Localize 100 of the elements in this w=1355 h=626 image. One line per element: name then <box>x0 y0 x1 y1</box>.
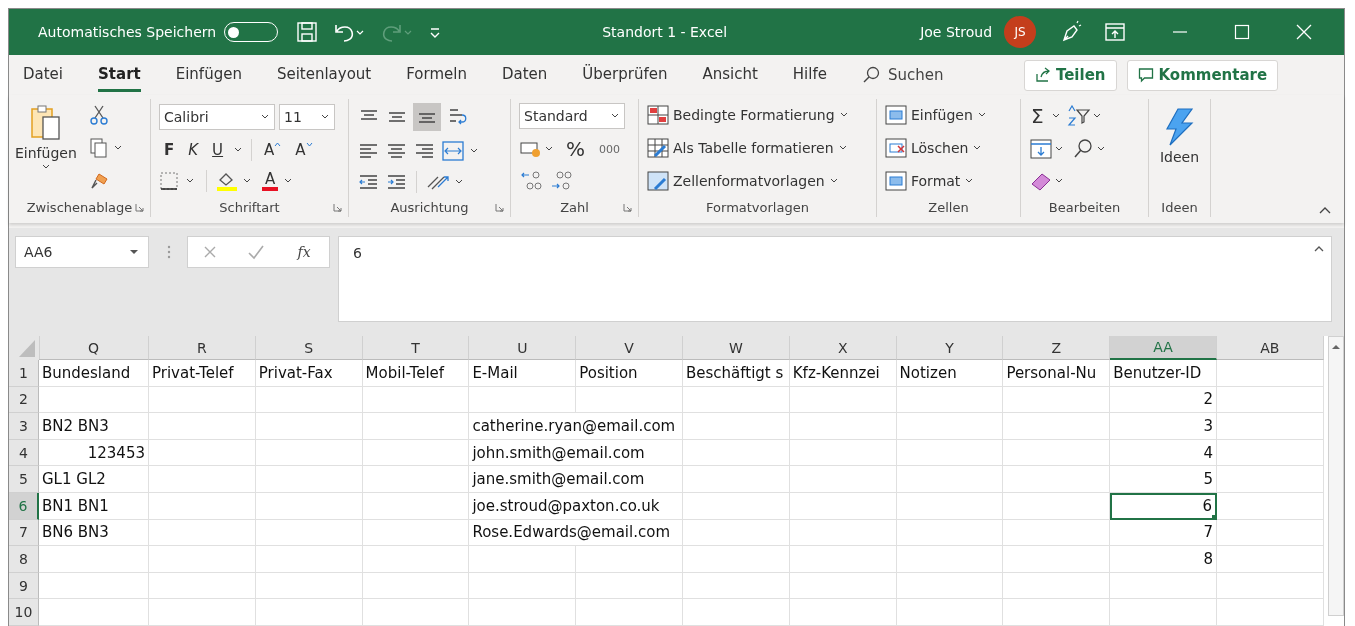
row-header[interactable]: 10 <box>9 599 39 626</box>
table-cell: Personal-Nu <box>1003 360 1111 387</box>
column-header[interactable]: Q <box>39 336 149 360</box>
cells-icon <box>885 170 907 191</box>
column-header[interactable]: U <box>469 336 577 360</box>
dialog-launcher-icon[interactable] <box>333 203 342 212</box>
font-size-dropdown[interactable]: 11 <box>279 103 335 130</box>
menu-tab[interactable]: Start <box>98 58 141 92</box>
table-cell: BN1 BN1 <box>39 492 149 520</box>
column-header[interactable]: S <box>255 336 363 360</box>
menu-tab[interactable]: Überprüfen <box>582 58 668 92</box>
collapse-ribbon-icon[interactable] <box>1318 205 1332 215</box>
italic-button[interactable]: K <box>183 141 204 159</box>
caret-up-icon <box>274 142 282 147</box>
dialog-launcher-icon[interactable] <box>623 203 632 212</box>
display-options-icon[interactable] <box>1104 22 1127 42</box>
menu-tab[interactable]: Formeln <box>406 58 467 92</box>
cells-icon <box>885 138 907 158</box>
column-header[interactable]: X <box>789 336 897 360</box>
comment-icon <box>1137 67 1154 83</box>
menu-tab[interactable]: Seitenlayout <box>276 58 372 92</box>
row-header[interactable]: 1 <box>9 360 39 387</box>
ideas-button[interactable]: Ideen <box>1157 99 1202 197</box>
row-header[interactable]: 2 <box>9 386 39 414</box>
cut-icon[interactable] <box>88 104 109 127</box>
cells-menu-button[interactable]: Format <box>885 170 1012 191</box>
dialog-launcher-icon[interactable] <box>495 203 504 212</box>
underline-button[interactable]: U <box>207 141 229 159</box>
cells-menu-button[interactable]: Löschen <box>885 138 1012 158</box>
table-cell: 2 <box>1110 386 1217 414</box>
collapse-formula-bar-icon[interactable] <box>1313 245 1325 253</box>
row-header[interactable]: 9 <box>9 572 39 600</box>
vertical-scrollbar[interactable] <box>1327 336 1344 616</box>
caret-icon <box>837 144 848 152</box>
table-cell: catherine.ryan@email.com <box>469 413 683 440</box>
row-header[interactable]: 4 <box>9 439 39 467</box>
column-header[interactable]: W <box>683 336 790 360</box>
align-bottom-icon[interactable] <box>413 103 441 132</box>
column-header[interactable]: Y <box>896 336 1004 360</box>
row-header[interactable]: 3 <box>9 413 39 440</box>
column-header[interactable]: AB <box>1216 336 1324 360</box>
user-avatar[interactable]: JS <box>1004 16 1037 48</box>
comments-button[interactable]: Kommentare <box>1126 59 1279 91</box>
row-header[interactable]: 8 <box>9 546 39 573</box>
caret-icon <box>128 248 140 256</box>
menu-tab[interactable]: Daten <box>501 58 548 92</box>
table-cell: Privat-Fax <box>255 360 363 387</box>
cells-menu-button[interactable]: Einfügen <box>885 105 1012 126</box>
autosum-button[interactable]: Σ <box>1029 104 1046 128</box>
table-cell: joe.stroud@paxton.co.uk <box>469 492 683 520</box>
search-field[interactable]: Suchen <box>887 66 978 84</box>
number-format-dropdown[interactable]: Standard <box>519 103 625 129</box>
share-button[interactable]: Teilen <box>1023 59 1117 91</box>
column-header[interactable]: R <box>149 336 256 360</box>
decrease-font-button[interactable]: A <box>290 141 318 159</box>
font-family-dropdown[interactable]: Calibri <box>159 103 275 130</box>
table-cell: 7 <box>1110 519 1217 547</box>
column-header[interactable]: T <box>362 336 470 360</box>
styles-menu-button[interactable]: Bedingte Formatierung <box>647 105 868 126</box>
styles-menu-button[interactable]: Als Tabelle formatieren <box>647 138 868 158</box>
save-icon[interactable] <box>296 21 319 43</box>
table-cell: Position <box>576 360 683 387</box>
table-cell: 4 <box>1110 439 1217 467</box>
checkmark-icon[interactable] <box>246 244 265 260</box>
name-box[interactable]: AA6 <box>15 236 149 268</box>
menu-tab[interactable]: Hilfe <box>792 58 827 92</box>
menu-tab[interactable]: Ansicht <box>702 58 758 92</box>
percent-button[interactable]: % <box>561 137 590 161</box>
thousands-separator-button[interactable]: 000 <box>594 142 625 156</box>
bold-button[interactable]: F <box>159 141 180 159</box>
increase-decimal-icon[interactable] <box>519 169 545 193</box>
column-header[interactable]: V <box>576 336 683 360</box>
table-cell: 6 <box>1110 492 1217 520</box>
caret-icon <box>40 163 51 171</box>
decrease-decimal-icon[interactable] <box>549 169 575 193</box>
table-cell: Kfz-Kennzei <box>789 360 897 387</box>
group-label: Schriftart <box>219 199 280 215</box>
close-icon[interactable] <box>1296 24 1313 40</box>
menu-tab[interactable]: Einfügen <box>175 58 242 92</box>
group-label: Ausrichtung <box>390 199 469 215</box>
group-label: Zellen <box>928 199 969 215</box>
row-header[interactable]: 7 <box>9 519 39 547</box>
row-header[interactable]: 6 <box>9 492 39 520</box>
insert-function-button[interactable]: fx <box>293 244 315 260</box>
increase-font-button[interactable]: A <box>259 141 287 159</box>
paste-button[interactable]: Einfügen <box>13 99 79 197</box>
menu-tab[interactable]: Datei <box>23 58 64 92</box>
user-name: Joe Stroud <box>920 24 993 40</box>
maximize-icon[interactable] <box>1234 24 1251 40</box>
copy-icon[interactable] <box>88 137 123 159</box>
formula-input[interactable]: 6 <box>338 236 1332 322</box>
row-header[interactable]: 5 <box>9 466 39 493</box>
lightning-icon <box>1163 107 1196 147</box>
dialog-launcher-icon[interactable] <box>135 203 144 212</box>
styles-menu-button[interactable]: Zellenformatvorlagen <box>647 170 868 191</box>
group-label: Formatvorlagen <box>706 199 809 215</box>
conditional-format-icon <box>647 105 669 126</box>
font-color-button[interactable]: A <box>262 171 279 192</box>
column-header[interactable]: AA <box>1110 336 1217 360</box>
caret-icon <box>828 176 839 185</box>
